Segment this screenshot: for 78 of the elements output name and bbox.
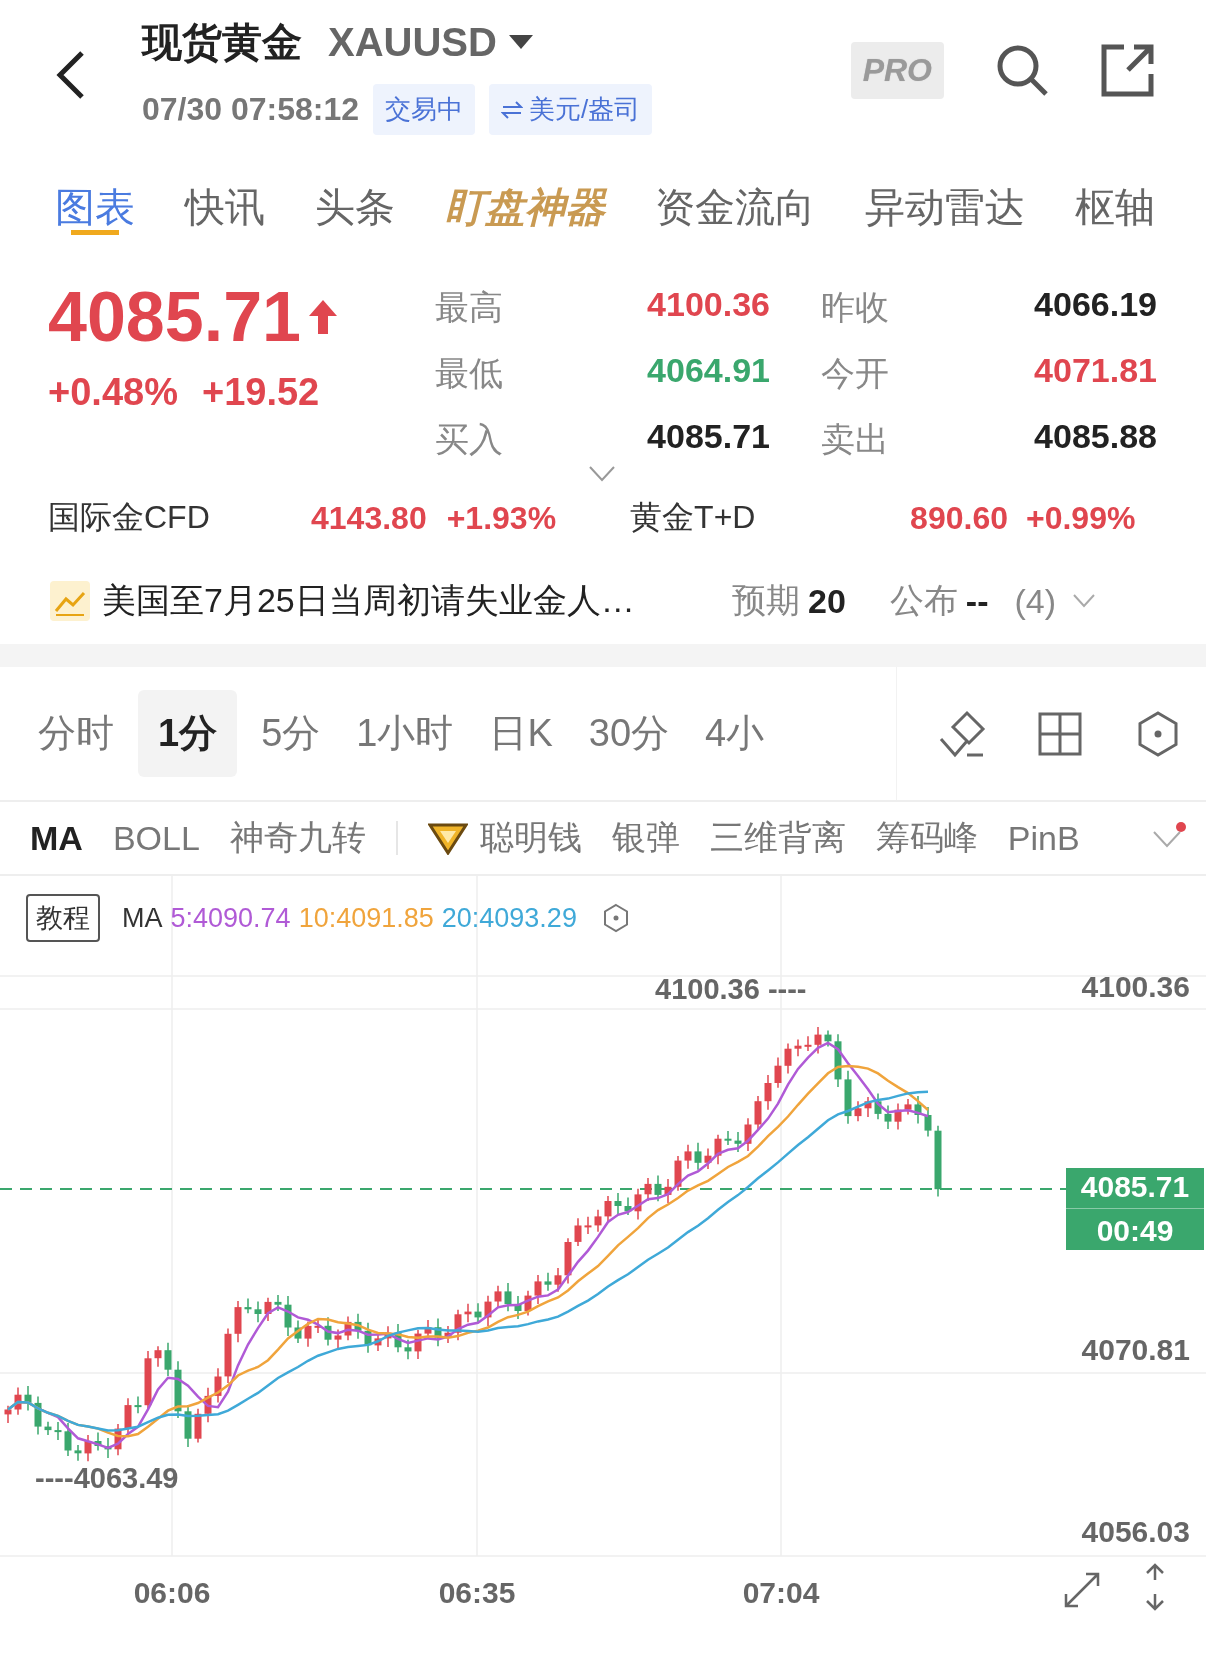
low-price-marker: ----4063.49 <box>35 1462 179 1495</box>
caret-icon[interactable] <box>508 34 533 51</box>
indicator-tab[interactable]: MA <box>30 818 83 858</box>
ma-value: 10:4091.85 <box>298 902 434 934</box>
diamond-icon <box>427 821 468 855</box>
expected-value: 20 <box>808 581 846 621</box>
share-icon[interactable] <box>1100 42 1156 98</box>
event-title[interactable]: 美国至7月25日当周初请失业金人… <box>102 578 732 624</box>
stat-label: 今开 <box>820 353 890 394</box>
stat-value: 4071.81 <box>1033 351 1157 391</box>
unit-text: 美元/盎司 <box>529 93 641 126</box>
price-tag-value: 4085.71 <box>1080 1170 1190 1205</box>
exchange-icon <box>501 100 524 119</box>
ma-value: 5:4090.74 <box>170 902 291 934</box>
indicator-label: 聪明钱 <box>479 817 582 858</box>
indicator-tab[interactable]: PinB <box>1007 818 1080 858</box>
tab[interactable]: 快讯 <box>185 150 265 235</box>
tab[interactable]: 异动雷达 <box>865 150 1025 235</box>
indicator-tab[interactable]: 筹码峰 <box>875 815 978 861</box>
instrument-price: 890.60 <box>910 499 1008 537</box>
expected-label: 预期 <box>732 580 800 621</box>
stat-label: 昨收 <box>820 287 890 328</box>
time-axis-label: 07:04 <box>742 1576 820 1610</box>
stat-value: 4085.71 <box>646 417 770 457</box>
stat-label: 卖出 <box>820 419 890 460</box>
ma-value: 20:4093.29 <box>441 902 577 934</box>
tutorial-button[interactable]: 教程 <box>26 894 100 942</box>
stat-value: 4100.36 <box>646 285 770 325</box>
indicator-tab[interactable]: 聪明钱 <box>427 815 582 861</box>
high-price-marker: 4100.36 ---- <box>655 973 807 1006</box>
tab[interactable]: 头条 <box>315 150 395 235</box>
time-axis-label: 06:35 <box>438 1576 516 1610</box>
stat-value: 4066.19 <box>1033 285 1157 325</box>
event-count: (4) <box>1014 581 1057 621</box>
stat-label: 最高 <box>435 287 504 328</box>
published-value: -- <box>965 581 989 621</box>
instrument-change: +1.93% <box>446 499 557 537</box>
change-percent: +0.48% <box>48 371 178 414</box>
time-axis-label: 06:06 <box>133 1576 211 1610</box>
timestamp: 07/30 07:58:12 <box>142 91 360 128</box>
tab[interactable]: 枢轴 <box>1075 150 1155 235</box>
page-title: 现货黄金 <box>142 19 302 66</box>
period-tab[interactable]: 1小时 <box>344 690 466 777</box>
tab[interactable]: 图表 <box>55 150 135 235</box>
stat-label: 最低 <box>435 353 504 394</box>
instrument-name[interactable]: 国际金CFD <box>48 496 311 540</box>
status-badge: 交易中 <box>373 84 476 135</box>
ma-label: MA <box>122 902 163 934</box>
pro-button[interactable]: PRO <box>850 41 944 99</box>
countdown-timer: 00:49 <box>1096 1213 1174 1248</box>
symbol-selector[interactable]: XAUUSD <box>328 20 497 65</box>
period-tab[interactable]: 30分 <box>576 690 682 777</box>
last-price: 4085.71 <box>48 277 302 357</box>
period-tab[interactable]: 4小 <box>693 690 777 777</box>
indicator-tab[interactable]: 神奇九转 <box>229 815 366 861</box>
line-chart-icon <box>50 581 90 621</box>
up-arrow-icon <box>307 298 340 336</box>
period-tab[interactable]: 5分 <box>249 690 333 777</box>
change-value: +19.52 <box>201 371 320 414</box>
published-label: 公布 <box>889 580 958 621</box>
indicator-tab[interactable]: BOLL <box>112 818 200 858</box>
chevron-down-icon[interactable] <box>588 465 616 483</box>
instrument-price: 4143.80 <box>311 499 427 537</box>
indicator-tab[interactable]: 三维背离 <box>709 815 846 861</box>
period-tab[interactable]: 分时 <box>26 690 126 777</box>
period-tab[interactable]: 1分 <box>138 690 238 777</box>
stat-label: 买入 <box>435 419 504 460</box>
indicator-tab[interactable]: 银弹 <box>611 815 680 861</box>
tab[interactable]: 资金流向 <box>655 150 815 235</box>
instrument-change: +0.99% <box>1025 499 1136 537</box>
price-axis-label: 4070.81 <box>1081 1333 1190 1367</box>
stat-value: 4085.88 <box>1033 417 1157 457</box>
stat-value: 4064.91 <box>646 351 770 391</box>
period-tab[interactable]: 日K <box>477 690 565 777</box>
pen-icon[interactable] <box>937 708 987 759</box>
instrument-name[interactable]: 黄金T+D <box>630 496 911 540</box>
price-axis-label: 4100.36 <box>1081 970 1190 1004</box>
price-axis-label: 4056.03 <box>1081 1515 1190 1549</box>
